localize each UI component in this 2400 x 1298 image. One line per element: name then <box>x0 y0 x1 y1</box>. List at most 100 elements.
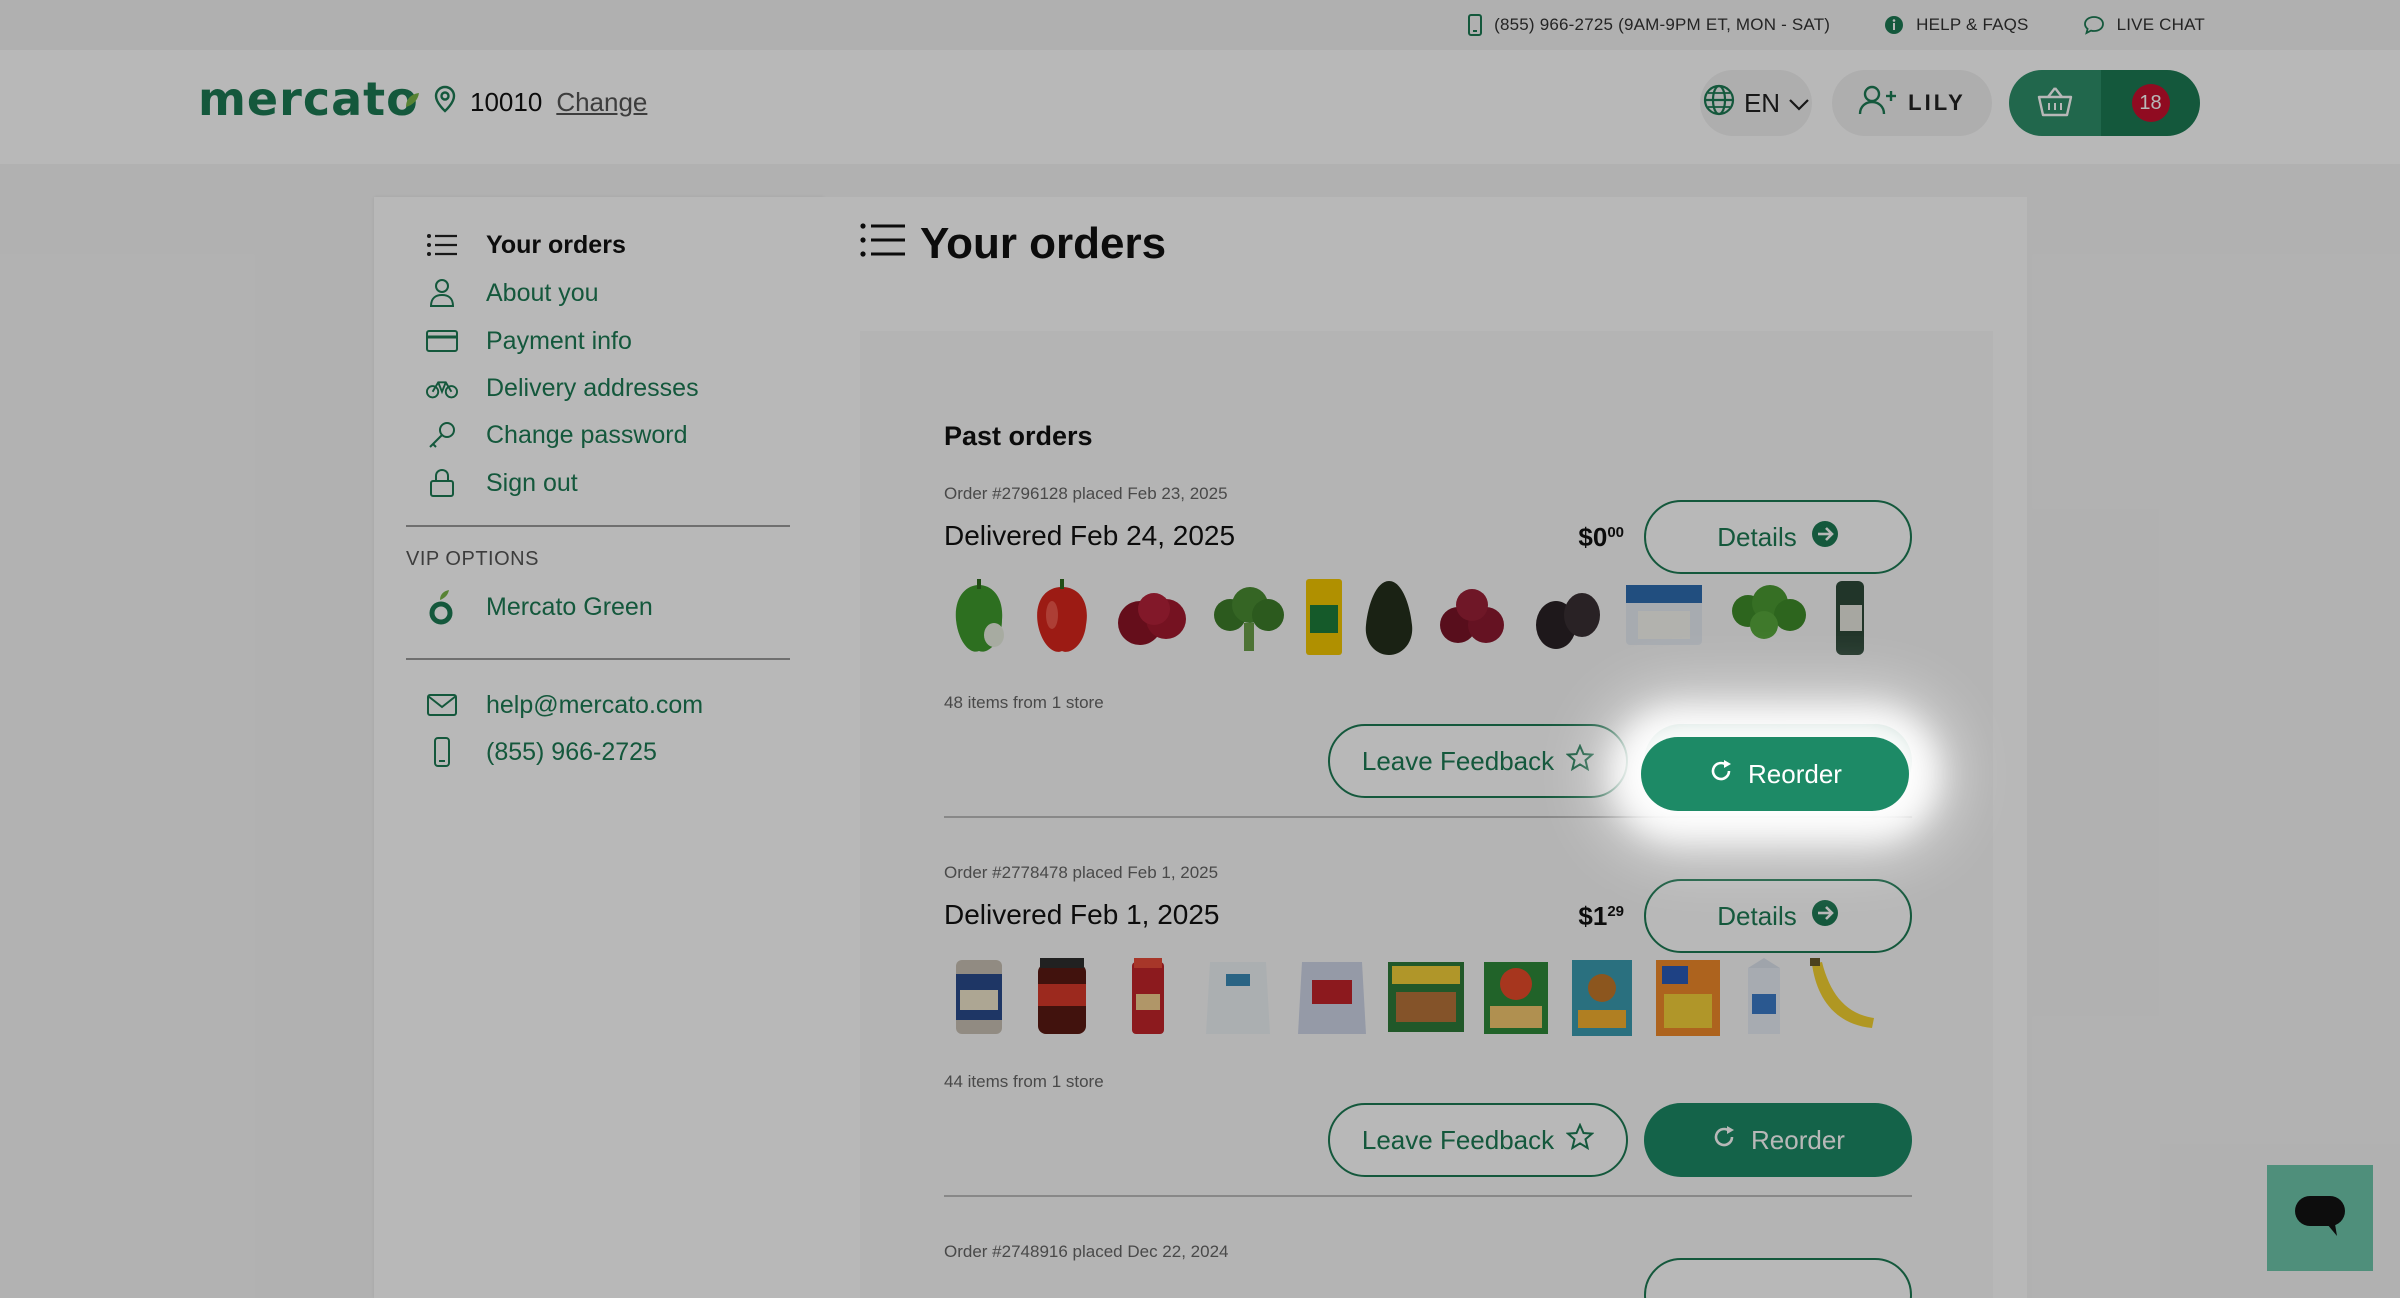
account-button[interactable]: LILY <box>1832 70 1992 136</box>
order-delivered-date: Delivered Feb 24, 2025 <box>944 520 1236 551</box>
sidebar-item-label: Mercato Green <box>486 592 653 621</box>
leave-feedback-button[interactable]: Leave Feedback <box>1328 1103 1628 1177</box>
price-whole: $1 <box>1578 901 1608 931</box>
product-red-potatoes-icon[interactable] <box>1432 572 1516 662</box>
help-faqs-link[interactable]: HELP & FAQS <box>1884 15 2028 35</box>
sidebar-item-phone[interactable]: (855) 966-2725 <box>426 736 657 768</box>
product-green-pepper-icon[interactable] <box>944 572 1014 662</box>
sidebar-item-label: Delivery addresses <box>486 373 699 402</box>
utility-bar: (855) 966-2725 (9AM-9PM ET, MON - SAT) H… <box>0 0 2400 50</box>
price-cents: 29 <box>1607 903 1624 920</box>
product-purple-potatoes-icon[interactable] <box>1526 572 1610 662</box>
product-granola-bar-box-icon[interactable] <box>1384 951 1468 1041</box>
arrow-right-circle-icon <box>1811 899 1839 934</box>
product-banana-icon[interactable] <box>1802 951 1878 1041</box>
product-carton-icon[interactable] <box>1736 951 1792 1041</box>
order-meta: Order #2748916 placed Dec 22, 2024 <box>944 1242 1229 1261</box>
sidebar-item-label: About you <box>486 278 599 307</box>
sidebar-divider <box>406 658 790 660</box>
sidebar-item-email[interactable]: help@mercato.com <box>426 689 703 721</box>
product-bag-icon[interactable] <box>1196 951 1280 1041</box>
product-red-pepper-icon[interactable] <box>1024 572 1100 662</box>
details-label: Details <box>1717 521 1797 552</box>
product-cereal-box-icon[interactable] <box>1564 951 1640 1041</box>
key-icon <box>426 419 458 451</box>
page-title: Your orders <box>860 219 1166 269</box>
sidebar-item-label: Your orders <box>486 230 626 259</box>
change-location-link[interactable]: Change <box>556 87 647 118</box>
support-phone[interactable]: (855) 966-2725 (9AM-9PM ET, MON - SAT) <box>1468 14 1830 36</box>
person-icon <box>426 277 458 309</box>
leaf-icon <box>403 66 421 120</box>
product-tofu-package-icon[interactable] <box>1620 572 1708 662</box>
mercato-green-icon <box>426 590 458 625</box>
product-bottle-icon[interactable] <box>1828 572 1868 662</box>
reorder-label: Reorder <box>1751 1124 1845 1155</box>
sidebar-item-payment-info[interactable]: Payment info <box>426 325 632 357</box>
list-icon <box>426 229 458 261</box>
sidebar-item-label: Sign out <box>486 468 578 497</box>
product-jar-sauce-icon[interactable] <box>1024 951 1100 1041</box>
globe-icon <box>1702 83 1736 124</box>
order-product-thumbnails <box>944 951 1912 1041</box>
mobile-phone-icon <box>426 736 458 768</box>
cart-button[interactable]: 18 <box>2009 70 2200 136</box>
help-faqs-label: HELP & FAQS <box>1916 15 2029 34</box>
sidebar-item-your-orders[interactable]: Your orders <box>426 229 626 261</box>
order-product-thumbnails <box>944 572 1912 662</box>
product-red-onion-icon[interactable] <box>1110 572 1194 662</box>
mobile-phone-icon <box>1468 14 1483 36</box>
live-chat-label: LIVE CHAT <box>2116 15 2205 34</box>
credit-card-icon <box>426 325 458 357</box>
page-title-text: Your orders <box>920 219 1167 268</box>
language-selector[interactable]: EN <box>1700 70 1812 136</box>
sidebar-item-delivery-addresses[interactable]: Delivery addresses <box>426 372 699 404</box>
mercato-logo[interactable]: mercato <box>198 72 419 126</box>
product-flour-bag-icon[interactable] <box>1290 951 1374 1041</box>
product-parsley-icon[interactable] <box>1718 572 1818 662</box>
list-icon <box>860 219 906 269</box>
order-meta: Order #2796128 placed Feb 23, 2025 <box>944 484 1228 503</box>
sidebar-item-label: Payment info <box>486 326 632 355</box>
order-divider <box>944 1195 1912 1197</box>
map-pin-icon <box>434 85 456 120</box>
user-name: LILY <box>1908 90 1966 115</box>
sidebar-item-about-you[interactable]: About you <box>426 277 599 309</box>
details-button[interactable] <box>1644 1258 1912 1298</box>
order-total: $129 <box>1564 901 1624 932</box>
sidebar-item-sign-out[interactable]: Sign out <box>426 467 578 499</box>
live-chat-link[interactable]: LIVE CHAT <box>2083 15 2205 35</box>
order-card: Order #2748916 placed Dec 22, 2024 <box>944 1242 1912 1298</box>
leave-feedback-label: Leave Feedback <box>1361 745 1555 776</box>
product-packaged-item-icon[interactable] <box>1302 572 1346 662</box>
support-phone-text: (855) 966-2725 (9AM-9PM ET, MON - SAT) <box>1494 15 1831 34</box>
chat-bubble-icon <box>2293 1194 2347 1243</box>
sidebar-item-mercato-green[interactable]: Mercato Green <box>426 590 653 625</box>
envelope-icon <box>426 689 458 721</box>
star-icon <box>1565 1122 1595 1158</box>
highlighted-reorder-button[interactable]: Reorder <box>1641 737 1909 811</box>
refresh-icon <box>1711 1124 1737 1157</box>
price-whole: $0 <box>1578 522 1608 552</box>
product-broccoli-icon[interactable] <box>1204 572 1292 662</box>
details-button[interactable]: Details <box>1644 879 1912 953</box>
leave-feedback-button[interactable]: Leave Feedback <box>1328 724 1628 798</box>
product-chili-powder-icon[interactable] <box>1110 951 1186 1041</box>
logo-text: mercato <box>198 72 419 126</box>
sidebar-item-change-password[interactable]: Change password <box>426 419 688 451</box>
product-avocado-icon[interactable] <box>1356 572 1422 662</box>
product-chewy-bar-box-icon[interactable] <box>1478 951 1554 1041</box>
basket-icon <box>2036 85 2074 122</box>
sidebar-divider <box>406 525 790 527</box>
details-button[interactable]: Details <box>1644 500 1912 574</box>
product-dino-cereal-box-icon[interactable] <box>1650 951 1726 1041</box>
language-code: EN <box>1743 87 1781 118</box>
reorder-button[interactable]: Reorder <box>1644 1103 1912 1177</box>
add-user-icon <box>1858 84 1898 122</box>
bicycle-icon <box>426 372 458 404</box>
star-icon <box>1565 743 1595 779</box>
chevron-down-icon <box>1788 88 1810 119</box>
product-canned-beans-icon[interactable] <box>944 951 1014 1041</box>
chat-widget-button[interactable] <box>2267 1165 2373 1271</box>
chat-bubble-icon <box>2083 15 2105 35</box>
